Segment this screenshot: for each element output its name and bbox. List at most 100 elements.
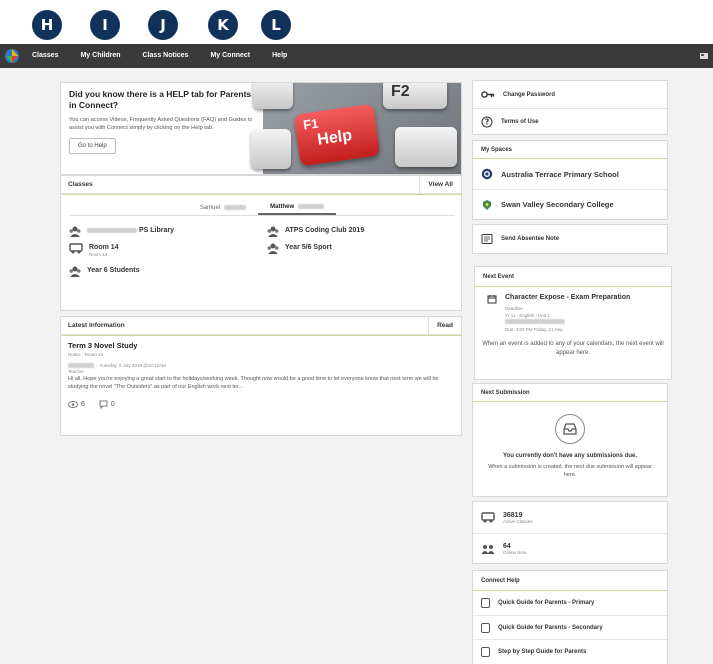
document-icon (481, 598, 490, 608)
guide-link-primary[interactable]: Quick Guide for Parents - Primary (473, 591, 667, 615)
send-absentee-note-link[interactable]: Send Absentee Note (473, 225, 667, 253)
connect-help-panel: Connect Help Quick Guide for Parents - P… (472, 570, 668, 664)
event-redacted (505, 319, 630, 326)
send-absentee-label: Send Absentee Note (501, 236, 560, 242)
key-f1-label: F1 (302, 115, 320, 133)
event-deadline: Deadline (505, 306, 523, 311)
change-password-link[interactable]: Change Password (473, 81, 667, 108)
class-item-room-14[interactable]: Room 14 Room 14 (69, 243, 119, 258)
notice-stats: 6 0 (68, 400, 456, 409)
space-item-primary[interactable]: Australia Terrace Primary School (473, 159, 667, 189)
redacted-school-name (87, 227, 137, 233)
next-submission-title: Next Submission (473, 384, 667, 402)
accent-line (61, 194, 461, 195)
connect-help-title: Connect Help (473, 571, 667, 591)
redacted-text (505, 319, 565, 324)
read-link[interactable]: Read (428, 316, 461, 335)
document-icon (481, 622, 490, 633)
group-icon (267, 226, 279, 237)
submission-tray-icon (555, 414, 585, 444)
class-item-label: PS Library (87, 226, 174, 235)
accent-line (61, 335, 461, 336)
note-icon (481, 234, 493, 244)
next-event-panel: Next Event Character Expose - Exam Prepa… (474, 266, 672, 380)
nav-class-notices[interactable]: Class Notices (132, 44, 200, 68)
class-name: Room 14 (89, 244, 119, 251)
active-classes-label: Active Classes (503, 518, 533, 524)
class-name: Year 6 Students (87, 267, 140, 274)
event-due: Due: 3:00 PM Friday, 21 Sep (505, 327, 563, 332)
users-online-icon (481, 544, 495, 554)
guide-label: Quick Guide for Parents - Secondary (498, 624, 603, 631)
notice-body: Hi all, Hope you're enjoying a great sta… (68, 376, 439, 390)
classroom-icon (69, 243, 83, 254)
classes-title: Classes (68, 181, 93, 188)
active-classes-stat: 36819 Active Classes (473, 502, 667, 533)
question-circle-icon: ? (481, 116, 493, 128)
next-event-title: Next Event (475, 267, 671, 287)
comments-stat[interactable]: 0 (99, 400, 115, 409)
account-panel: Change Password ? Terms of Use (472, 80, 668, 135)
nav-help[interactable]: Help (261, 44, 298, 68)
classroom-icon (481, 512, 495, 523)
notice-role: Teacher (68, 369, 85, 374)
space-label: Swan Valley Secondary College (501, 200, 614, 209)
keyboard-key (395, 127, 457, 167)
callout-k: K (208, 10, 238, 40)
class-item-year-6[interactable]: Year 6 Students (69, 266, 140, 277)
class-item-coding-club[interactable]: ATPS Coding Club 2019 (267, 226, 364, 237)
class-item-ps-library[interactable]: PS Library (69, 226, 174, 237)
event-title: Character Expose - Exam Preparation (505, 294, 631, 301)
tab-matthew-label: Matthew (270, 203, 295, 210)
eye-icon (68, 401, 78, 408)
guide-link-step-by-step[interactable]: Step by Step Guide for Parents (473, 639, 667, 663)
group-icon (69, 266, 81, 277)
nav-classes[interactable]: Classes (24, 44, 69, 68)
go-to-help-button[interactable]: Go to Help (69, 138, 116, 154)
terms-of-use-link[interactable]: ? Terms of Use (473, 108, 667, 135)
space-label: Australia Terrace Primary School (501, 169, 619, 179)
user-menu-icon[interactable] (695, 44, 713, 68)
guide-link-secondary[interactable]: Quick Guide for Parents - Secondary (473, 615, 667, 639)
guide-label: Step by Step Guide for Parents (498, 648, 587, 655)
connect-logo-icon[interactable] (0, 44, 24, 68)
online-now-label: Online Now (503, 550, 527, 555)
keyboard-key (251, 129, 291, 169)
notice-date: - Tuesday, 9 July 2019 @10:12AM (97, 363, 166, 368)
event-course: Yr 11 - English - Unit 1 (505, 313, 550, 318)
callout-i: I (90, 10, 120, 40)
tab-samuel[interactable]: Samuel (188, 200, 258, 215)
views-stat: 6 (68, 401, 85, 408)
top-navigation-bar: Classes My Children Class Notices My Con… (0, 44, 713, 68)
online-now-stat: 64 Online Now (473, 533, 667, 564)
keyboard-key (253, 83, 293, 109)
notice-post[interactable]: Term 3 Novel Study Notice - Room 14 - Tu… (68, 341, 456, 409)
key-help-label: Help (316, 127, 354, 149)
callout-l: L (261, 10, 291, 40)
nav-my-connect[interactable]: My Connect (199, 44, 261, 68)
keyboard-key-f1-help: F1 Help (293, 103, 381, 167)
view-all-link[interactable]: View All (419, 175, 461, 194)
terms-label: Terms of Use (501, 119, 539, 125)
class-sub: Room 14 (89, 252, 108, 257)
my-spaces-title: My Spaces (473, 141, 667, 159)
space-item-secondary[interactable]: Swan Valley Secondary College (473, 189, 667, 219)
notice-meta: - Tuesday, 9 July 2019 @10:12AM (68, 363, 456, 368)
class-item-year-56-sport[interactable]: Year 5/6 Sport (267, 243, 332, 254)
class-name: PS Library (138, 227, 174, 234)
comments-count: 0 (110, 401, 115, 408)
class-name: ATPS Coding Club 2019 (285, 227, 365, 234)
key-f2-label: F2 (391, 83, 410, 100)
class-name: Year 5/6 Sport (285, 244, 332, 251)
absentee-panel: Send Absentee Note (472, 224, 668, 254)
notice-subtitle: Notice - Room 14 (68, 352, 104, 357)
change-password-label: Change Password (503, 91, 556, 98)
tab-matthew[interactable]: Matthew (258, 200, 337, 215)
school-crest-icon (481, 168, 493, 180)
help-banner-title: Did you know there is a HELP tab for Par… (69, 89, 252, 110)
notice-title: Term 3 Novel Study (68, 341, 138, 350)
nav-my-children[interactable]: My Children (69, 44, 131, 68)
svg-text:?: ? (485, 118, 489, 127)
my-spaces-panel: My Spaces Australia Terrace Primary Scho… (472, 140, 668, 220)
event-item[interactable]: Character Expose - Exam Preparation Dead… (475, 287, 671, 333)
